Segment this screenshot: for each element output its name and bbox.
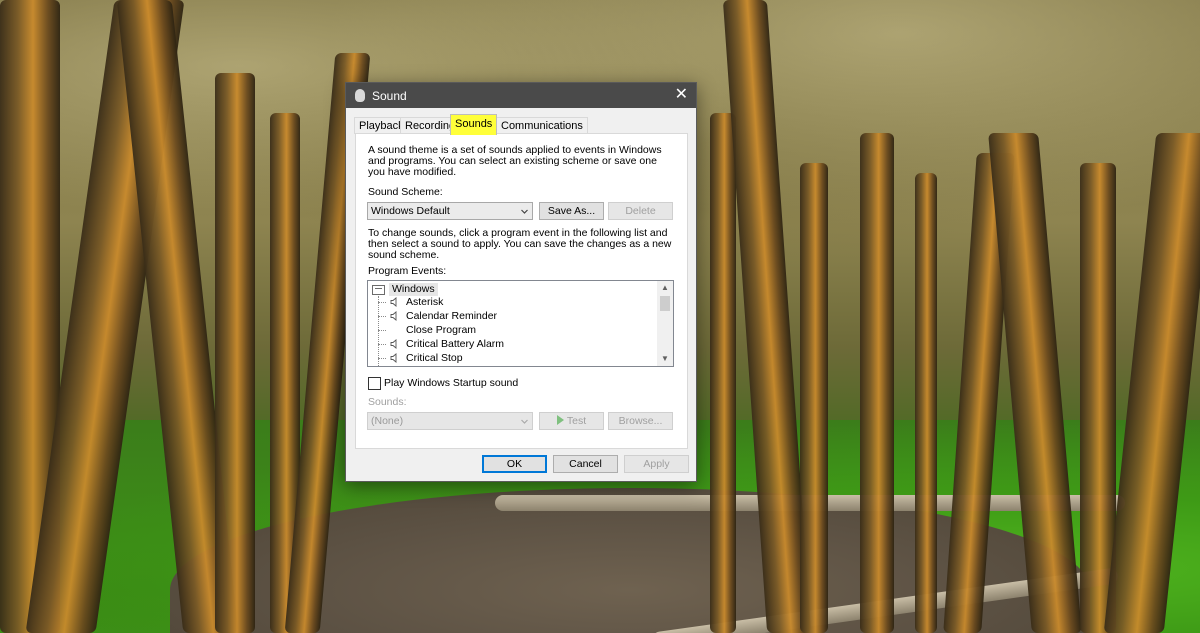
test-label: Test <box>566 415 587 427</box>
browse-button[interactable]: Browse... <box>608 412 673 430</box>
tree-trunk <box>215 73 255 633</box>
tab-communications[interactable]: Communications <box>496 117 588 134</box>
list-item[interactable]: Close Program <box>378 323 638 337</box>
sound-scheme-value: Windows Default <box>371 205 450 217</box>
list-item[interactable]: Critical Stop <box>378 351 638 365</box>
window-title: Sound <box>372 89 407 103</box>
scroll-down-icon[interactable]: ▼ <box>657 352 673 366</box>
event-name: Calendar Reminder <box>406 310 498 322</box>
cancel-button[interactable]: Cancel <box>553 455 618 473</box>
delete-button[interactable]: Delete <box>608 202 673 220</box>
program-events-list[interactable]: Windows Asterisk Calendar Reminder Close… <box>367 280 674 367</box>
sounds-value: (None) <box>371 415 404 427</box>
title-bar[interactable]: Sound ✕ <box>346 83 696 108</box>
chevron-down-icon <box>521 419 528 424</box>
scroll-up-icon[interactable]: ▲ <box>657 281 673 295</box>
list-item[interactable]: Asterisk <box>378 295 638 309</box>
apply-button[interactable]: Apply <box>624 455 689 473</box>
close-icon[interactable]: ✕ <box>675 86 688 104</box>
speaker-icon <box>390 353 397 363</box>
tree-trunk <box>710 113 736 633</box>
event-name: Close Program <box>406 324 477 336</box>
vertical-scrollbar[interactable]: ▲ ▼ <box>657 281 673 366</box>
test-button[interactable]: Test <box>539 412 604 430</box>
speaker-icon <box>390 311 397 321</box>
program-events-label: Program Events: <box>368 265 447 277</box>
sounds-dropdown[interactable]: (None) <box>367 412 533 430</box>
change-sounds-text: To change sounds, click a program event … <box>368 227 672 261</box>
sound-scheme-dropdown[interactable]: Windows Default <box>367 202 533 220</box>
chevron-down-icon <box>521 209 528 214</box>
event-name: Critical Stop <box>406 352 463 364</box>
save-as-button[interactable]: Save As... <box>539 202 604 220</box>
tree-branch <box>378 344 386 345</box>
collapse-icon[interactable] <box>372 285 385 295</box>
intro-text: A sound theme is a set of sounds applied… <box>368 144 662 178</box>
tab-sounds[interactable]: Sounds <box>450 114 498 135</box>
scroll-thumb[interactable] <box>660 296 670 311</box>
list-item[interactable]: Critical Battery Alarm <box>378 337 638 351</box>
tree-trunk <box>915 173 937 633</box>
tree-branch <box>378 330 386 331</box>
event-name: Critical Battery Alarm <box>406 338 505 350</box>
sound-scheme-label: Sound Scheme: <box>368 186 443 198</box>
tree-branch <box>378 358 386 359</box>
tree-branch <box>378 316 386 317</box>
ok-button[interactable]: OK <box>482 455 547 473</box>
tree-trunk <box>860 133 894 633</box>
list-item[interactable]: Calendar Reminder <box>378 309 638 323</box>
speaker-icon <box>390 339 397 349</box>
startup-sound-label[interactable]: Play Windows Startup sound <box>384 377 518 389</box>
speaker-app-icon <box>355 89 365 102</box>
startup-sound-checkbox[interactable] <box>368 377 381 390</box>
event-name: Asterisk <box>406 296 444 308</box>
speaker-icon <box>390 297 397 307</box>
tree-trunk <box>800 163 828 633</box>
tree-branch <box>378 302 386 303</box>
sounds-label: Sounds: <box>368 396 407 408</box>
play-icon <box>556 415 564 425</box>
sound-dialog: Sound ✕ Playback Recording Sounds Commun… <box>345 82 697 482</box>
